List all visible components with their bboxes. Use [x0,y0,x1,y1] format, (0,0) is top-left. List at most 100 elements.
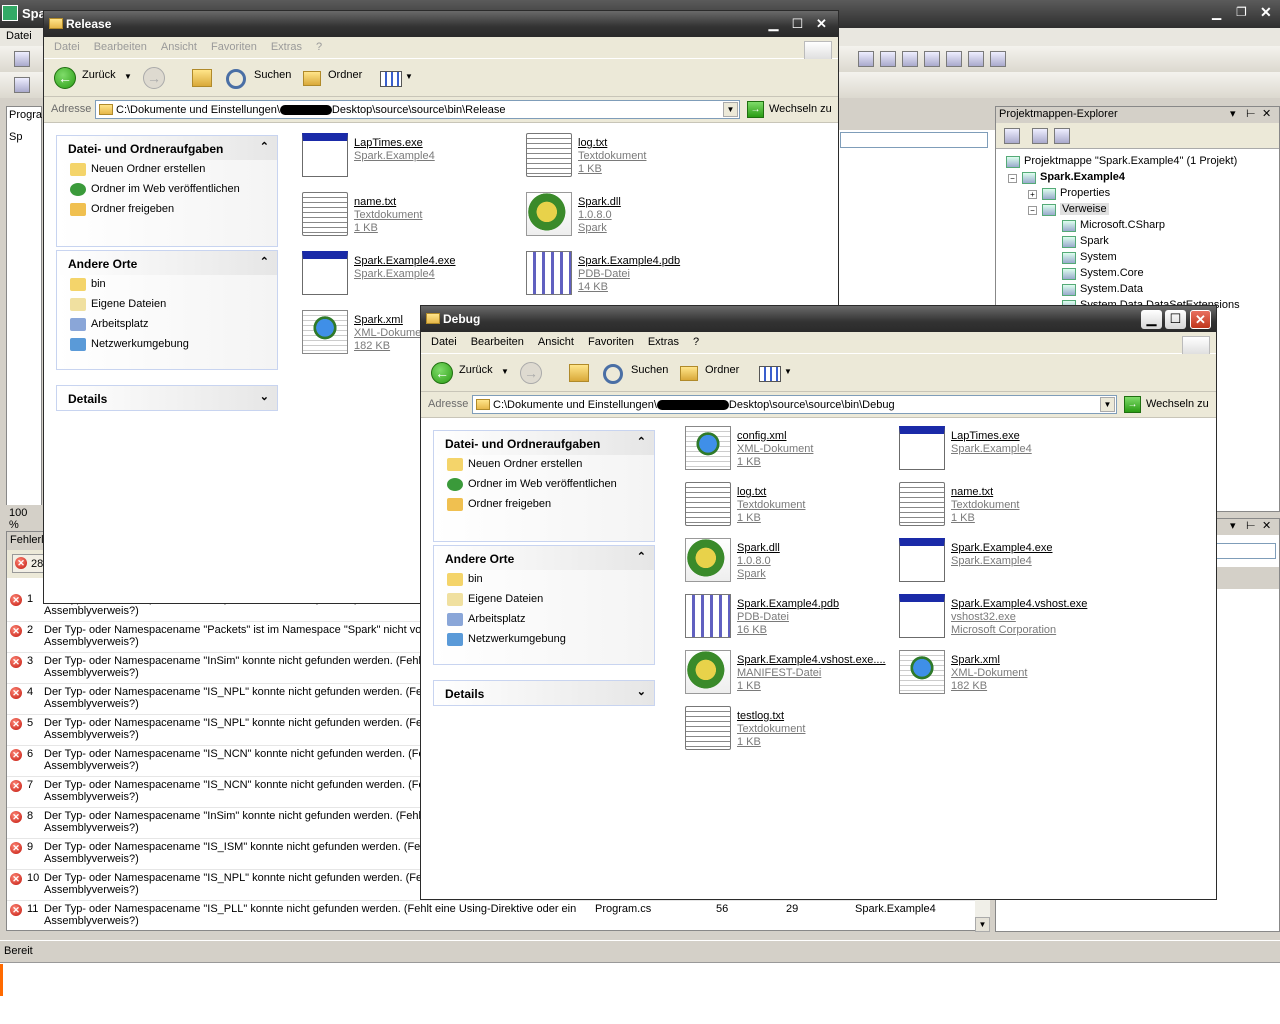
vs-menu-file[interactable]: Datei [6,30,32,42]
debug-menu-item[interactable]: Favoriten [588,336,634,348]
release-go-button[interactable]: Wechseln zu [769,103,832,115]
pin-icon[interactable]: ⊢ [1246,107,1256,120]
tasks-header[interactable]: Datei- und Ordneraufgaben ⌃ [57,136,277,160]
vs-left-tab[interactable]: Progra [9,109,42,121]
release-menu-item[interactable]: Datei [54,41,80,53]
vs-zoom[interactable]: 100 % [6,505,42,531]
folder-up-icon[interactable] [192,69,212,87]
expand-node-icon[interactable]: + [1028,190,1037,199]
solution-tree-item[interactable]: System.Data [1080,283,1143,295]
search-icon[interactable] [226,69,246,89]
debug-close-button[interactable]: ✕ [1190,310,1211,329]
release-place-item[interactable]: Arbeitsplatz [57,315,277,335]
release-address-input[interactable]: C:\Dokumente und Einstellungen\ Desktop\s… [95,100,740,119]
debug-file-item[interactable]: Spark.Example4.exe Spark.Example4 [899,538,1114,594]
scroll-down-icon[interactable]: ▼ [975,917,990,932]
places-header[interactable]: Andere Orte ⌃ [434,546,654,570]
release-file-item[interactable]: Spark.Example4.exe Spark.Example4 [302,251,517,307]
pane-dropdown-icon[interactable]: ▾ [1230,107,1236,120]
release-menu-item[interactable]: Extras [271,41,302,53]
search-icon[interactable] [603,364,623,384]
debug-menu-item[interactable]: Ansicht [538,336,574,348]
debug-minimize-button[interactable]: ▁ [1141,310,1162,329]
debug-place-item[interactable]: Eigene Dateien [434,590,654,610]
debug-file-item[interactable]: Spark.dll 1.0.8.0 Spark [685,538,900,594]
debug-menu-item[interactable]: Datei [431,336,457,348]
release-menu-item[interactable]: Bearbeiten [94,41,147,53]
solution-tree-item[interactable]: Properties [1060,187,1110,199]
release-task-item[interactable]: Ordner freigeben [57,200,277,220]
views-icon[interactable] [759,366,781,382]
debug-menu-item[interactable]: ? [693,336,699,348]
folders-icon[interactable] [680,366,698,381]
release-file-item[interactable]: Spark.Example4.pdb PDB-Datei 14 KB [526,251,741,307]
debug-folders-button[interactable]: Ordner [705,364,739,376]
release-search-button[interactable]: Suchen [254,69,291,81]
forward-arrow-icon[interactable]: → [520,362,542,384]
release-place-item[interactable]: bin [57,275,277,295]
vs-tool-icon[interactable] [946,51,962,67]
solution-tree-item[interactable]: Verweise [1060,203,1109,215]
chevron-up-icon[interactable]: ⌃ [260,140,269,153]
folder-up-icon[interactable] [569,364,589,382]
properties-object-dropdown[interactable] [1216,543,1276,559]
debug-file-item[interactable]: config.xml XML-Dokument 1 KB [685,426,900,482]
debug-search-button[interactable]: Suchen [631,364,668,376]
chevron-up-icon[interactable]: ⌃ [637,435,646,448]
debug-file-item[interactable]: Spark.Example4.vshost.exe.... MANIFEST-Da… [685,650,900,706]
chevron-down-icon[interactable]: ⌄ [637,685,646,698]
vs-tool-icon[interactable] [14,51,30,67]
chevron-down-icon[interactable]: ⌄ [260,390,269,403]
debug-file-item[interactable]: log.txt Textdokument 1 KB [685,482,900,538]
solution-tree-item[interactable]: System.Core [1080,267,1144,279]
details-header[interactable]: Details ⌄ [57,386,277,410]
release-folders-button[interactable]: Ordner [328,69,362,81]
vs-tool-icon[interactable] [990,51,1006,67]
release-file-item[interactable]: log.txt Textdokument 1 KB [526,133,741,189]
vs-tool-icon[interactable] [924,51,940,67]
release-file-item[interactable]: name.txt Textdokument 1 KB [302,192,517,248]
tasks-header[interactable]: Datei- und Ordneraufgaben ⌃ [434,431,654,455]
properties-icon[interactable] [1004,128,1020,144]
pane-close-icon[interactable]: ✕ [1262,107,1271,120]
release-menu-item[interactable]: Ansicht [161,41,197,53]
debug-place-item[interactable]: bin [434,570,654,590]
release-menu-item[interactable]: Favoriten [211,41,257,53]
solution-tree-item[interactable]: System [1080,251,1117,263]
go-arrow-icon[interactable]: → [1124,396,1141,413]
debug-task-item[interactable]: Ordner freigeben [434,495,654,515]
release-place-item[interactable]: Netzwerkumgebung [57,335,277,355]
folders-icon[interactable] [303,71,321,86]
release-maximize-button[interactable]: ☐ [787,15,808,34]
debug-menu-item[interactable]: Bearbeiten [471,336,524,348]
debug-file-item[interactable]: name.txt Textdokument 1 KB [899,482,1114,538]
solution-tree-item[interactable]: Spark [1080,235,1109,247]
debug-file-item[interactable]: Spark.Example4.vshost.exe vshost32.exe Mic… [899,594,1114,650]
debug-back-button[interactable]: Zurück [459,364,493,376]
release-place-item[interactable]: Eigene Dateien [57,295,277,315]
debug-address-input[interactable]: C:\Dokumente und Einstellungen\ Desktop\s… [472,395,1117,414]
chevron-down-icon[interactable]: ▼ [723,102,738,117]
pane-close-icon[interactable]: ✕ [1262,519,1271,532]
back-arrow-icon[interactable]: ← [431,362,453,384]
release-task-item[interactable]: Ordner im Web veröffentlichen [57,180,277,200]
debug-task-item[interactable]: Neuen Ordner erstellen [434,455,654,475]
solution-tree-item[interactable]: Microsoft.CSharp [1080,219,1165,231]
release-close-button[interactable]: ✕ [811,15,832,34]
debug-menu-item[interactable]: Extras [648,336,679,348]
vs-close-button[interactable]: ✕ [1260,4,1272,21]
pane-dropdown-icon[interactable]: ▾ [1230,519,1236,532]
chevron-down-icon[interactable]: ▼ [405,72,413,81]
vs-left-tab2[interactable]: Sp [9,131,22,143]
places-header[interactable]: Andere Orte ⌃ [57,251,277,275]
vs-tool-icon[interactable] [968,51,984,67]
collapse-node-icon[interactable]: − [1028,206,1037,215]
release-file-item[interactable]: Spark.dll 1.0.8.0 Spark [526,192,741,248]
debug-title-bar[interactable]: Debug [421,306,1216,332]
debug-place-item[interactable]: Netzwerkumgebung [434,630,654,650]
release-minimize-button[interactable]: ▁ [763,15,784,34]
debug-place-item[interactable]: Arbeitsplatz [434,610,654,630]
debug-go-button[interactable]: Wechseln zu [1146,398,1209,410]
vs-tool-icon[interactable] [14,77,30,93]
views-icon[interactable] [380,71,402,87]
